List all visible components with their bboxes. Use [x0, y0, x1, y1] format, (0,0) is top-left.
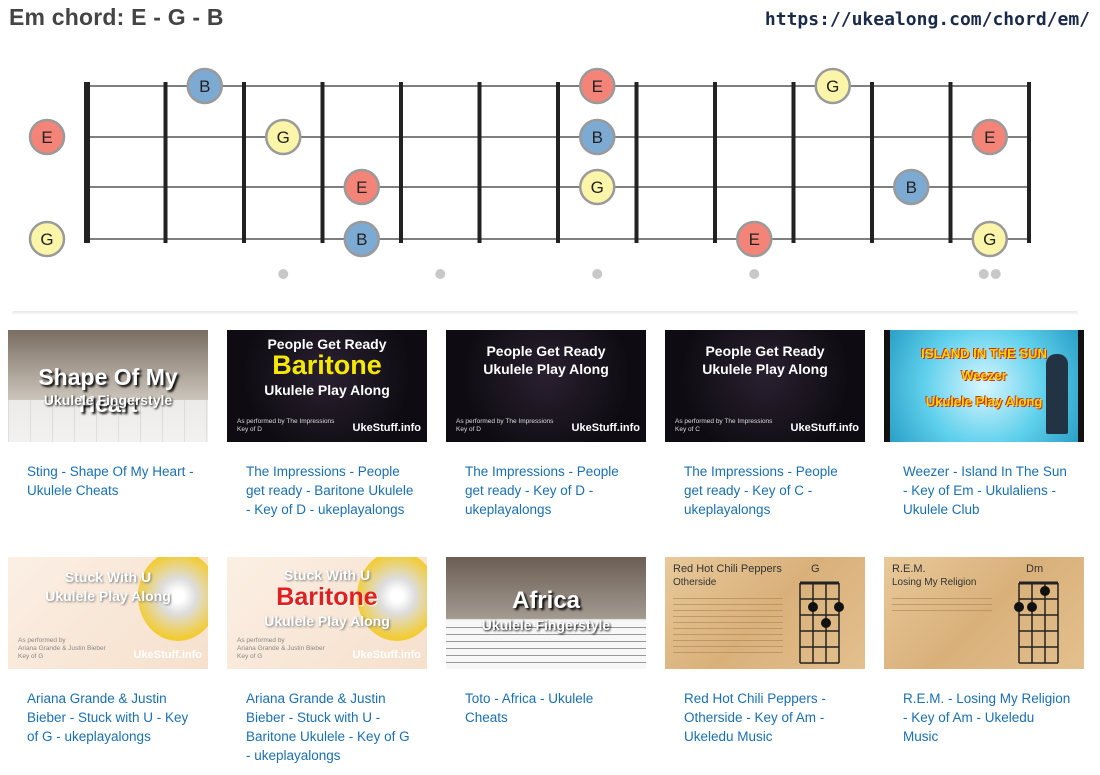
inlay-dot: [749, 269, 760, 279]
thumb-credit: As performed by Ariana Grande & Justin B…: [18, 637, 106, 660]
note-label: G: [826, 77, 839, 96]
note-label: B: [199, 77, 210, 96]
video-card[interactable]: Shape Of My Heart Ukulele Fingerstyle St…: [8, 330, 208, 500]
video-thumbnail[interactable]: ISLAND IN THE SUN Weezer Ukulele Play Al…: [884, 330, 1084, 442]
thumb-credit: As performed by Ariana Grande & Justin B…: [237, 637, 325, 660]
thumb-subtitle: Ukulele Fingerstyle: [43, 392, 173, 408]
note-label: G: [40, 230, 53, 249]
thumb-title: People Get Ready: [486, 343, 606, 359]
thumb-title: People Get Ready: [705, 343, 825, 359]
video-link[interactable]: Ariana Grande & Justin Bieber - Stuck wi…: [27, 689, 197, 746]
thumb-credit: As performed by The Impressions Key of C: [675, 418, 773, 433]
thumb-baritone: Baritone: [272, 350, 382, 380]
thumb-title: Africa: [511, 587, 581, 614]
thumb-title: Red Hot Chili Peppers: [673, 563, 782, 575]
note-label: G: [591, 178, 604, 197]
video-link[interactable]: The Impressions - People get ready - Key…: [465, 462, 635, 519]
video-link[interactable]: Red Hot Chili Peppers - Otherside - Key …: [684, 689, 854, 746]
thumb-subtitle: Ukulele Play Along: [264, 613, 390, 629]
video-thumbnail[interactable]: People Get Ready Ukulele Play Along As p…: [446, 330, 646, 442]
inlay-dot: [990, 269, 1001, 279]
thumb-baritone: Baritone: [276, 583, 378, 611]
fretboard-diagram: E G B E G G B E E G B B E G: [28, 67, 1031, 279]
note-label: B: [906, 178, 917, 197]
thumb-subtitle: Ukulele Play Along: [45, 588, 171, 604]
video-card[interactable]: Red Hot Chili Peppers G Otherside Red Ho…: [665, 557, 865, 746]
thumb-title: Shape Of My Heart: [38, 364, 178, 417]
lyric-lines: [892, 593, 992, 613]
video-card[interactable]: People Get Ready Ukulele Play Along As p…: [446, 330, 646, 519]
thumb-title: Stuck With U: [64, 569, 152, 585]
inlay-dot: [278, 269, 289, 279]
brand-logo: UkeStuff.info: [133, 649, 202, 661]
thumb-title: Stuck With U: [283, 567, 371, 583]
thumb-chord-name: G: [811, 563, 820, 575]
thumb-subtitle: Otherside: [673, 577, 717, 588]
note-label: B: [592, 128, 603, 147]
video-link[interactable]: Sting - Shape Of My Heart - Ukulele Chea…: [27, 462, 197, 500]
page-title: Em chord: E - G - B: [9, 4, 224, 30]
video-card[interactable]: ISLAND IN THE SUN Weezer Ukulele Play Al…: [884, 330, 1084, 519]
video-thumbnail[interactable]: Stuck With U Baritone Ukulele Play Along…: [227, 557, 427, 669]
thumb-subtitle: Ukulele Play Along: [264, 382, 390, 398]
inlay-dot: [978, 269, 989, 279]
video-thumbnail[interactable]: Red Hot Chili Peppers G Otherside: [665, 557, 865, 669]
thumb-subtitle: Ukulele Play Along: [483, 361, 609, 377]
video-link[interactable]: Ariana Grande & Justin Bieber - Stuck wi…: [246, 689, 416, 765]
video-card[interactable]: Africa Ukulele Fingerstyle Toto - Africa…: [446, 557, 646, 727]
video-card[interactable]: People Get Ready Ukulele Play Along As p…: [665, 330, 865, 519]
video-thumbnail[interactable]: R.E.M. Dm Losing My Religion: [884, 557, 1084, 669]
video-link[interactable]: Toto - Africa - Ukulele Cheats: [465, 689, 635, 727]
video-thumbnail[interactable]: People Get Ready Ukulele Play Along As p…: [665, 330, 865, 442]
thumb-credit: As performed by The Impressions Key of D: [237, 418, 335, 433]
note-label: E: [749, 230, 760, 249]
video-thumbnail[interactable]: Stuck With U Ukulele Play Along As perfo…: [8, 557, 208, 669]
video-card[interactable]: Stuck With U Baritone Ukulele Play Along…: [227, 557, 427, 765]
note-label: G: [277, 128, 290, 147]
video-link[interactable]: The Impressions - People get ready - Key…: [684, 462, 854, 519]
note-label: E: [356, 178, 367, 197]
brand-logo: UkeStuff.info: [571, 422, 640, 434]
note-label: E: [41, 128, 52, 147]
video-link[interactable]: Weezer - Island In The Sun - Key of Em -…: [903, 462, 1073, 519]
divider: [12, 311, 1078, 315]
page-url[interactable]: https://ukealong.com/chord/em/: [765, 9, 1090, 30]
brand-logo: UkeStuff.info: [352, 649, 421, 661]
inlay-dot: [592, 269, 603, 279]
thumb-chord-name: Dm: [1026, 563, 1044, 575]
thumb-subtitle: Ukulele Play Along: [702, 361, 828, 377]
thumb-title: R.E.M.: [892, 563, 926, 575]
lyric-lines: [673, 593, 783, 653]
video-card[interactable]: People Get Ready Baritone Ukulele Play A…: [227, 330, 427, 519]
note-label: G: [983, 230, 996, 249]
video-link[interactable]: R.E.M. - Losing My Religion - Key of Am …: [903, 689, 1073, 746]
video-link[interactable]: The Impressions - People get ready - Bar…: [246, 462, 416, 519]
brand-logo: UkeStuff.info: [790, 422, 859, 434]
thumb-credit: As performed by The Impressions Key of D: [456, 418, 554, 433]
brand-logo: UkeStuff.info: [352, 422, 421, 434]
video-thumbnail[interactable]: Africa Ukulele Fingerstyle: [446, 557, 646, 669]
chord-diagram: [1014, 581, 1059, 664]
thumb-subtitle: Losing My Religion: [892, 577, 977, 588]
chord-diagram: [799, 581, 844, 664]
video-card[interactable]: Stuck With U Ukulele Play Along As perfo…: [8, 557, 208, 746]
inlay-dot: [435, 269, 446, 279]
note-label: E: [592, 77, 603, 96]
note-label: B: [356, 230, 367, 249]
video-card[interactable]: R.E.M. Dm Losing My Religion R.E.M. - Lo…: [884, 557, 1084, 746]
video-thumbnail[interactable]: People Get Ready Baritone Ukulele Play A…: [227, 330, 427, 442]
surfer-silhouette: [1046, 354, 1068, 434]
note-label: E: [984, 128, 995, 147]
video-thumbnail[interactable]: Shape Of My Heart Ukulele Fingerstyle: [8, 330, 208, 442]
thumb-subtitle: Ukulele Fingerstyle: [481, 617, 611, 633]
